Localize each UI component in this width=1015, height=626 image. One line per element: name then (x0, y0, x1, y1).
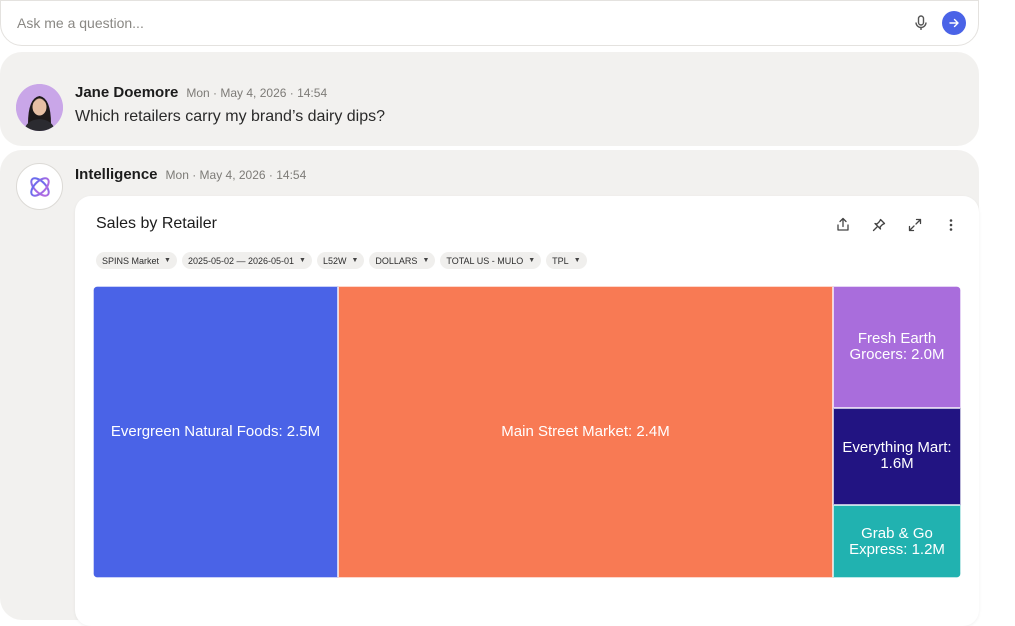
filter-chip[interactable]: TPL ▼ (546, 252, 587, 269)
filter-chip[interactable]: SPINS Market ▼ (96, 252, 177, 269)
arrow-right-icon (949, 18, 959, 28)
timestamp: Mon · May 4, 2026 · 14:54 (186, 86, 328, 100)
expand-icon[interactable] (904, 214, 925, 235)
filter-chip[interactable]: 2025-05-02 — 2026-05-01 ▼ (181, 252, 312, 269)
caret-down-icon: ▼ (528, 257, 536, 264)
filter-chips: SPINS Market ▼ 2025-05-02 — 2026-05-01 ▼ L… (96, 252, 587, 269)
chart-title: Sales by Retailer (96, 215, 217, 232)
ask-input[interactable] (15, 14, 910, 32)
microphone-icon[interactable] (910, 12, 932, 34)
caret-down-icon: ▼ (422, 257, 430, 264)
message-header: Jane Doemore Mon · May 4, 2026 · 14:54 (75, 84, 327, 101)
filter-chip[interactable]: L52W ▼ (316, 252, 365, 269)
share-icon[interactable] (832, 214, 853, 235)
card-actions (832, 214, 961, 235)
pin-icon[interactable] (868, 214, 889, 235)
caret-down-icon: ▼ (573, 257, 581, 264)
tile-label: Main Street Market: 2.4M (501, 423, 670, 440)
send-button[interactable] (942, 11, 966, 35)
atom-icon (29, 176, 50, 197)
treemap-tile-fresh-earth-grocers[interactable]: Fresh Earth Grocers: 2.0M (833, 286, 961, 408)
caret-down-icon: ▼ (351, 257, 359, 264)
filter-chip[interactable]: DOLLARS ▼ (369, 252, 436, 269)
assistant-message: Intelligence Mon · May 4, 2026 · 14:54 S… (0, 150, 979, 626)
treemap-tile-evergreen-natural-foods[interactable]: Evergreen Natural Foods: 2.5M (93, 286, 338, 578)
ask-bar (0, 0, 979, 46)
tile-label: Evergreen Natural Foods: 2.5M (110, 423, 321, 440)
avatar (16, 163, 63, 210)
treemap-tile-main-street-market[interactable]: Main Street Market: 2.4M (338, 286, 833, 578)
tile-label: Grab & Go Express: 1.2M (849, 524, 945, 558)
author-name: Intelligence (75, 166, 158, 183)
message-text: Which retailers carry my brand’s dairy d… (75, 108, 386, 125)
caret-down-icon: ▼ (164, 257, 171, 264)
more-vertical-icon[interactable] (940, 214, 961, 235)
author-name: Jane Doemore (75, 84, 179, 101)
avatar (16, 84, 63, 131)
message-header: Intelligence Mon · May 4, 2026 · 14:54 (75, 166, 306, 183)
treemap-tile-everything-mart[interactable]: Everything Mart: 1.6M (833, 407, 961, 505)
treemap-tile-grab-go-express[interactable]: Grab & Go Express: 1.2M (833, 505, 961, 578)
filter-chip[interactable]: TOTAL US - MULO ▼ (440, 252, 542, 269)
user-message: Jane Doemore Mon · May 4, 2026 · 14:54 W… (0, 52, 979, 146)
tile-label: Everything Mart: 1.6M (842, 439, 952, 473)
tile-label: Fresh Earth Grocers: 2.0M (849, 329, 945, 363)
caret-down-icon: ▼ (299, 257, 306, 264)
treemap-chart: Evergreen Natural Foods: 2.5M Main Street… (93, 286, 961, 578)
timestamp: Mon · May 4, 2026 · 14:54 (165, 168, 307, 182)
chart-card: Sales by Retailer SPINS Market ▼ 2025-05… (75, 196, 979, 626)
